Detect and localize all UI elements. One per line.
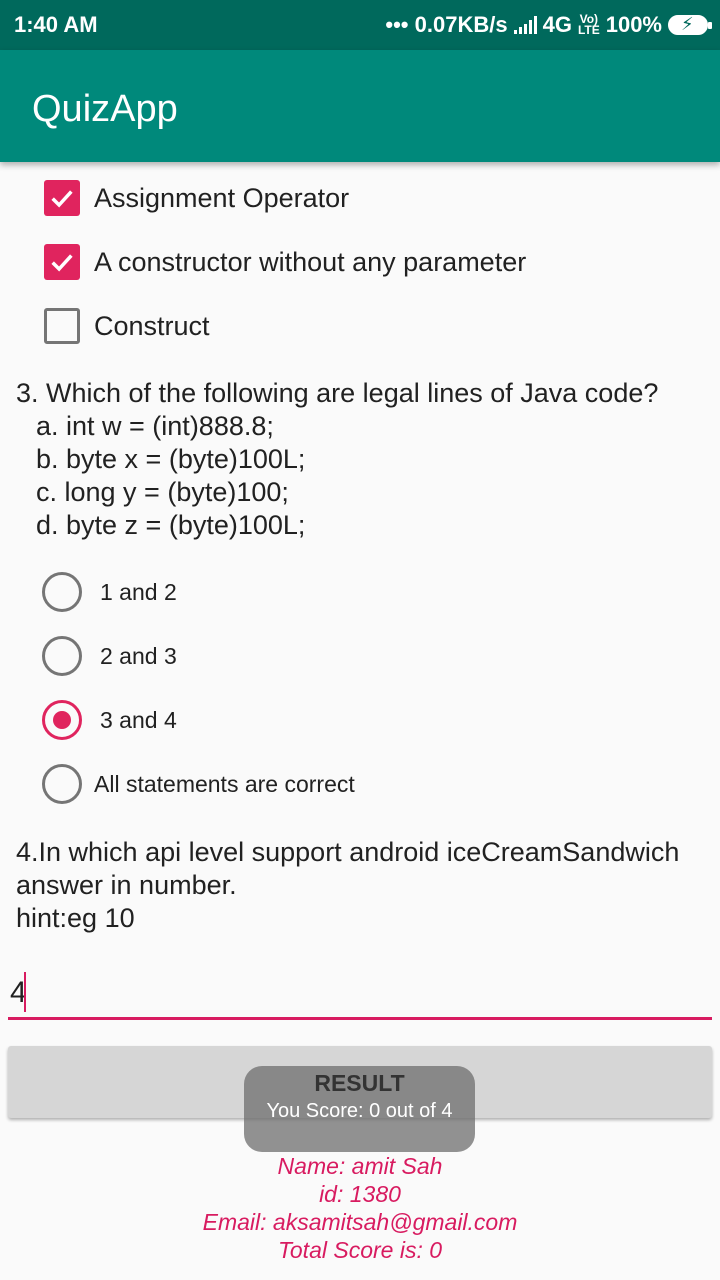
radio-option-3[interactable]: 3 and 4 <box>42 700 177 740</box>
code-line-a: a. int w = (int)888.8; <box>36 411 274 441</box>
toast-message: You Score: 0 out of 4 <box>266 1100 453 1122</box>
code-line-d: d. byte z = (byte)100L; <box>36 510 306 540</box>
checkbox-option-2[interactable]: A constructor without any parameter <box>44 242 526 282</box>
info-email: Email: aksamitsah@gmail.com <box>202 1209 518 1235</box>
radio-label: 3 and 4 <box>100 706 177 733</box>
answer-input[interactable] <box>8 968 712 1020</box>
status-time: 1:40 AM <box>14 12 98 37</box>
radio-selected-icon[interactable] <box>42 700 82 740</box>
checkbox-option-1[interactable]: Assignment Operator <box>44 178 349 218</box>
status-right: ••• 0.07KB/s 4G Vo) LTE 100% ⚡ <box>385 12 712 38</box>
radio-option-4[interactable]: All statements are correct <box>42 764 355 804</box>
status-bar: 1:40 AM ••• 0.07KB/s 4G Vo) LTE 100% ⚡ <box>0 0 720 50</box>
info-name: Name: amit Sah <box>277 1153 443 1179</box>
checkbox-unchecked-icon[interactable] <box>44 308 80 344</box>
radio-unselected-icon[interactable] <box>42 764 82 804</box>
question-4-hint: hint:eg 10 <box>16 903 135 933</box>
question-3: 3. Which of the following are legal line… <box>16 377 658 542</box>
checkbox-label: Construct <box>94 310 210 341</box>
text-cursor <box>24 972 26 1012</box>
radio-option-2[interactable]: 2 and 3 <box>42 636 177 676</box>
radio-unselected-icon[interactable] <box>42 572 82 612</box>
score-toast: RESULT You Score: 0 out of 4 <box>244 1066 475 1152</box>
info-total-score: Total Score is: 0 <box>277 1237 443 1263</box>
question-4-title: 4.In which api level support android ice… <box>16 837 680 867</box>
network-speed: ••• 0.07KB/s <box>385 12 508 37</box>
checkbox-checked-icon[interactable] <box>44 244 80 280</box>
code-line-c: c. long y = (byte)100; <box>36 477 289 507</box>
checkbox-label: Assignment Operator <box>94 182 350 213</box>
battery-charging-icon: ⚡ <box>668 14 712 35</box>
question-4-instruction: answer in number. <box>16 870 237 900</box>
question-3-title: 3. Which of the following are legal line… <box>16 378 659 408</box>
radio-label: 2 and 3 <box>100 642 177 669</box>
checkbox-option-3[interactable]: Construct <box>44 306 210 346</box>
checkbox-checked-icon[interactable] <box>44 180 80 216</box>
radio-unselected-icon[interactable] <box>42 636 82 676</box>
question-4: 4.In which api level support android ice… <box>16 836 679 935</box>
signal-icon <box>513 16 537 34</box>
radio-label: 1 and 2 <box>100 578 177 605</box>
checkbox-label: A constructor without any parameter <box>94 246 527 277</box>
battery-percent: 100% <box>605 12 662 37</box>
info-id: id: 1380 <box>319 1181 401 1207</box>
app-bar: QuizApp <box>0 50 720 162</box>
radio-option-1[interactable]: 1 and 2 <box>42 572 177 612</box>
code-line-b: b. byte x = (byte)100L; <box>36 444 306 474</box>
network-type: 4G <box>542 12 572 37</box>
radio-label: All statements are correct <box>94 770 355 797</box>
toast-title: RESULT <box>314 1070 405 1096</box>
lte-label: LTE <box>577 23 600 37</box>
app-title: QuizApp <box>32 88 178 130</box>
volte-icon: Vo) LTE <box>577 13 600 37</box>
